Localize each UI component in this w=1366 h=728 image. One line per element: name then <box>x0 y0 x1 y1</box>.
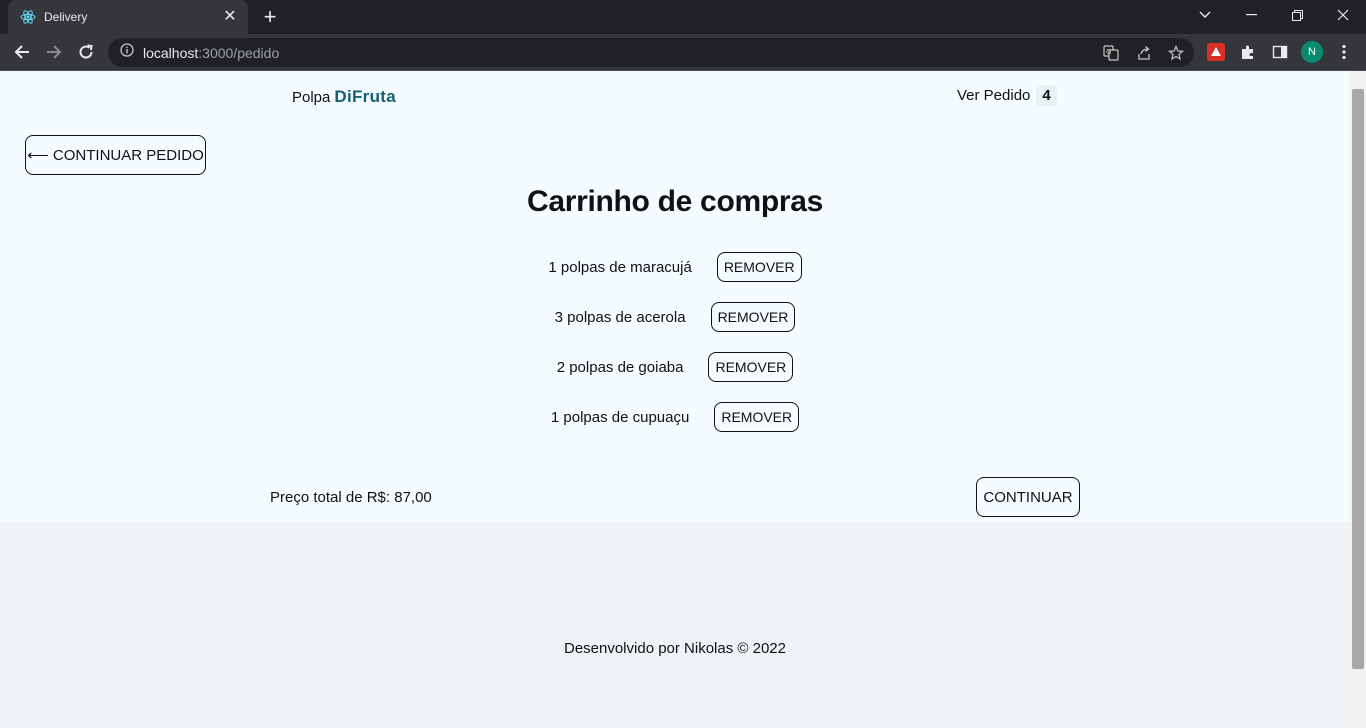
share-icon[interactable] <box>1135 44 1153 62</box>
cart-item-text: 2 polpas de goiaba <box>556 358 684 376</box>
brand-name: DiFruta <box>334 87 396 106</box>
browser-tab-bar: Delivery ✕ + <box>0 0 1366 34</box>
remove-item-button[interactable]: REMOVER <box>716 252 802 282</box>
ver-pedido-link[interactable]: Ver Pedido 4 <box>957 85 1057 106</box>
site-footer: Desenvolvido por Nikolas © 2022 <box>0 522 1350 728</box>
page-title: Carrinho de compras <box>526 185 824 218</box>
cart-item-text: 1 polpas de maracujá <box>548 258 692 276</box>
remove-item-button[interactable]: REMOVER <box>714 402 800 432</box>
cart-section: ⟵ CONTINUAR PEDIDO Carrinho de compras 1… <box>0 121 1350 522</box>
react-icon <box>20 9 36 25</box>
cart-count-badge: 4 <box>1036 85 1057 106</box>
cart-item: 3 polpas de acerola REMOVER <box>0 302 1350 332</box>
cart-total: Preço total de R$: 87,00 <box>270 489 432 506</box>
continue-shopping-button[interactable]: ⟵ CONTINUAR PEDIDO <box>25 135 206 175</box>
browser-toolbar: localhost:3000/pedido G N <box>0 34 1366 71</box>
scrollbar-thumb[interactable] <box>1352 89 1364 669</box>
translate-icon[interactable]: G <box>1102 44 1120 62</box>
cart-item: 2 polpas de goiaba REMOVER <box>0 352 1350 382</box>
reload-icon[interactable] <box>72 38 100 66</box>
back-arrow-icon[interactable] <box>8 38 36 66</box>
side-panel-icon[interactable] <box>1270 42 1290 62</box>
close-window-icon[interactable] <box>1320 0 1366 30</box>
tab-title: Delivery <box>44 10 88 24</box>
page-scrollbar[interactable] <box>1350 71 1366 728</box>
address-bar[interactable]: localhost:3000/pedido G <box>108 38 1194 67</box>
kebab-menu-icon[interactable] <box>1334 42 1354 62</box>
cart-item: 1 polpas de cupuaçu REMOVER <box>0 402 1350 432</box>
bookmark-star-icon[interactable] <box>1167 44 1185 62</box>
browser-tab[interactable]: Delivery ✕ <box>8 0 248 34</box>
brand-logo[interactable]: Polpa DiFruta <box>292 87 396 107</box>
remove-item-button[interactable]: REMOVER <box>708 352 794 382</box>
cart-item: 1 polpas de maracujá REMOVER <box>0 252 1350 282</box>
svg-text:G: G <box>1106 48 1111 56</box>
site-info-icon[interactable] <box>120 43 134 62</box>
profile-avatar[interactable]: N <box>1301 41 1323 63</box>
brand-prefix: Polpa <box>292 89 331 106</box>
page-viewport: Polpa DiFruta Ver Pedido 4 ⟵ CONTINUAR P… <box>0 71 1350 728</box>
extensions-puzzle-icon[interactable] <box>1238 42 1258 62</box>
cart-item-text: 3 polpas de acerola <box>554 308 686 326</box>
site-header: Polpa DiFruta Ver Pedido 4 <box>0 71 1350 121</box>
forward-arrow-icon[interactable] <box>40 38 68 66</box>
extension-red-icon[interactable] <box>1206 42 1226 62</box>
restore-icon[interactable] <box>1274 0 1320 30</box>
url-path: :3000/pedido <box>198 44 280 61</box>
new-tab-icon[interactable]: + <box>258 5 282 29</box>
ver-pedido-label: Ver Pedido <box>957 87 1031 104</box>
continue-button[interactable]: CONTINUAR <box>976 477 1080 517</box>
minimize-icon[interactable] <box>1228 0 1274 30</box>
close-icon[interactable]: ✕ <box>222 9 238 25</box>
tab-search-icon[interactable] <box>1182 0 1228 30</box>
cart-item-text: 1 polpas de cupuaçu <box>550 408 690 426</box>
remove-item-button[interactable]: REMOVER <box>710 302 796 332</box>
footer-credit: Desenvolvido por Nikolas © 2022 <box>563 640 786 657</box>
url-host: localhost <box>143 44 199 61</box>
